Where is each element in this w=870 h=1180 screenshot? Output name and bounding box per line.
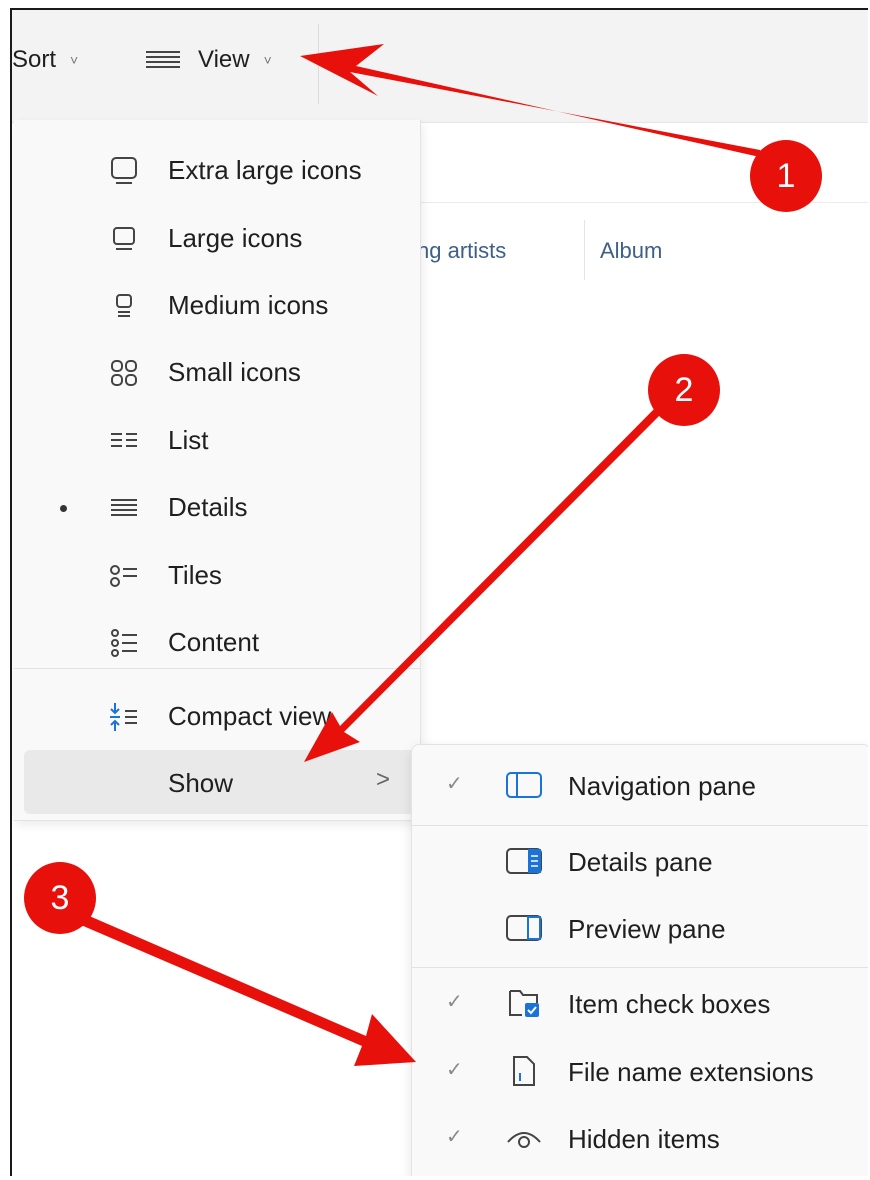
tiles-icon bbox=[110, 565, 137, 587]
view-button[interactable]: View ˅ bbox=[146, 40, 272, 80]
compact-view-icon bbox=[110, 703, 137, 731]
callout-3: 3 bbox=[24, 862, 96, 934]
selected-bullet-icon bbox=[60, 505, 67, 512]
submenu-divider bbox=[412, 825, 868, 826]
checkmark-icon: ✓ bbox=[446, 1059, 463, 1081]
submenu-item-label: Preview pane bbox=[568, 914, 726, 944]
large-icons-icon bbox=[113, 227, 135, 250]
details-icon bbox=[111, 499, 137, 516]
extra-large-icons-icon bbox=[111, 157, 137, 184]
small-icons-icon bbox=[111, 360, 137, 386]
callout-1: 1 bbox=[750, 140, 822, 212]
submenu-item-label: Navigation pane bbox=[568, 771, 756, 801]
preview-pane-icon bbox=[506, 915, 542, 941]
menu-item-label: Small icons bbox=[168, 357, 301, 387]
menu-item-show[interactable]: Show > bbox=[24, 750, 416, 814]
checkmark-icon: ✓ bbox=[446, 991, 463, 1013]
sort-button[interactable]: Sort ˅ bbox=[12, 40, 78, 80]
menu-item-details[interactable]: Details bbox=[14, 479, 420, 535]
menu-item-compact-view[interactable]: Compact view bbox=[14, 688, 420, 744]
sort-label: Sort bbox=[12, 46, 57, 73]
menu-item-medium-icons[interactable]: Medium icons bbox=[14, 277, 420, 333]
chevron-down-icon: ˅ bbox=[263, 52, 272, 68]
chevron-right-icon: > bbox=[376, 766, 391, 793]
content-icon bbox=[111, 629, 137, 657]
menu-item-label: Medium icons bbox=[168, 290, 329, 320]
submenu-item-hidden-items[interactable]: ✓ Hidden items bbox=[412, 1108, 868, 1168]
menu-item-small-icons[interactable]: Small icons bbox=[14, 344, 420, 400]
list-icon bbox=[111, 433, 137, 447]
menu-item-large-icons[interactable]: Large icons bbox=[14, 210, 420, 266]
menu-item-extra-large-icons[interactable]: Extra large icons bbox=[14, 142, 420, 198]
details-pane-icon bbox=[506, 848, 542, 874]
toolbar-separator bbox=[318, 24, 319, 104]
view-label: View bbox=[198, 46, 250, 73]
menu-item-label: Details bbox=[168, 492, 248, 522]
column-separator[interactable] bbox=[584, 220, 585, 280]
medium-icons-icon bbox=[116, 294, 132, 317]
menu-item-tiles[interactable]: Tiles bbox=[14, 547, 420, 603]
file-explorer-window: Sort ˅ View ˅ ng artists Album Extra lar… bbox=[10, 8, 868, 1176]
submenu-item-label: File name extensions bbox=[568, 1057, 814, 1087]
submenu-item-preview-pane[interactable]: Preview pane bbox=[412, 898, 868, 958]
submenu-item-item-check-boxes[interactable]: ✓ Item check boxes bbox=[412, 973, 868, 1033]
item-check-boxes-icon bbox=[509, 990, 539, 1017]
chevron-down-icon: ˅ bbox=[70, 52, 79, 68]
menu-item-label: Extra large icons bbox=[168, 155, 362, 185]
column-header-album[interactable]: Album bbox=[600, 238, 662, 264]
callout-2: 2 bbox=[648, 354, 720, 426]
command-bar: Sort ˅ View ˅ bbox=[12, 10, 868, 123]
menu-item-label: Show bbox=[168, 768, 234, 798]
menu-item-list[interactable]: List bbox=[14, 412, 420, 468]
menu-item-label: Large icons bbox=[168, 223, 303, 253]
checkmark-icon: ✓ bbox=[446, 1126, 463, 1148]
submenu-item-label: Hidden items bbox=[568, 1124, 720, 1154]
submenu-item-label: Details pane bbox=[568, 847, 713, 877]
menu-item-label: Content bbox=[168, 627, 260, 657]
column-header-contributing-artists[interactable]: ng artists bbox=[417, 238, 506, 264]
submenu-item-label: Item check boxes bbox=[568, 989, 771, 1019]
navigation-pane-icon bbox=[506, 772, 542, 798]
submenu-item-details-pane[interactable]: Details pane bbox=[412, 831, 868, 891]
menu-item-label: Compact view bbox=[168, 701, 332, 731]
menu-item-label: List bbox=[168, 425, 209, 455]
view-menu: Extra large icons Large icons Medium ico… bbox=[14, 120, 421, 821]
menu-divider bbox=[14, 668, 420, 669]
submenu-divider bbox=[412, 967, 868, 968]
checkmark-icon: ✓ bbox=[446, 773, 463, 795]
file-name-extensions-icon bbox=[513, 1056, 535, 1086]
show-submenu: ✓ Navigation pane Details pane Preview p… bbox=[411, 744, 868, 1176]
menu-item-label: Tiles bbox=[168, 560, 222, 590]
hidden-items-icon bbox=[507, 1132, 541, 1148]
details-view-icon bbox=[146, 50, 180, 70]
menu-item-content[interactable]: Content bbox=[14, 614, 420, 670]
submenu-item-navigation-pane[interactable]: ✓ Navigation pane bbox=[412, 755, 868, 815]
submenu-item-file-name-extensions[interactable]: ✓ File name extensions bbox=[412, 1041, 868, 1101]
